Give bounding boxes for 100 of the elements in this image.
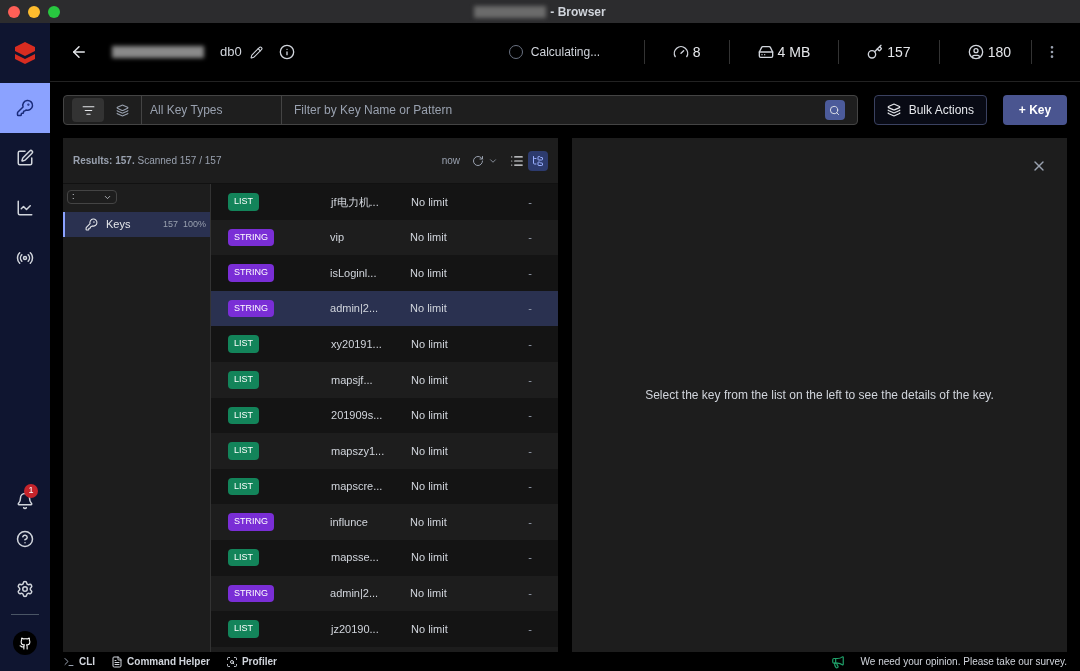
tree-view-button[interactable] — [528, 150, 548, 171]
size-cell-text: - — [528, 301, 532, 317]
type-badge: LIST — [228, 549, 259, 567]
type-badge: LIST — [228, 335, 259, 353]
search-icon — [829, 104, 841, 116]
type-badge: STRING — [228, 264, 274, 282]
key-row[interactable]: LIST jz20190... No limit - — [211, 611, 558, 647]
key-type-select[interactable]: All Key Types — [141, 96, 281, 124]
minimize-window-button[interactable] — [28, 5, 40, 18]
type-badge: LIST — [228, 442, 259, 460]
database-name: db0 — [220, 43, 242, 62]
status-text: Calculating... — [530, 44, 602, 61]
search-field[interactable]: Filter by Key Name or Pattern — [281, 96, 825, 124]
key-row[interactable]: LIST 201909s... No limit - — [211, 397, 558, 434]
key-name: mapsse... — [331, 550, 380, 566]
search-button[interactable] — [824, 100, 845, 120]
document-icon — [111, 655, 124, 668]
key-row[interactable]: LIST mapsse... No limit - — [211, 539, 558, 576]
size-cell-text: - — [528, 265, 532, 281]
bulk-actions-button[interactable]: Bulk Actions — [873, 95, 987, 125]
size-cell-text: - — [528, 408, 532, 424]
key-name: mapscre... — [331, 479, 384, 495]
list-view-icon[interactable] — [510, 153, 524, 168]
key-name: xy20191... — [331, 336, 383, 352]
empty-details-message: Select the key from the list on the left to see the details of the key. — [645, 387, 994, 404]
edit-icon[interactable] — [249, 45, 263, 59]
info-icon[interactable] — [278, 44, 295, 60]
size-cell-text: - — [528, 514, 532, 530]
type-badge: LIST — [228, 477, 259, 496]
ttl-cell-text: No limit — [410, 586, 448, 602]
ttl-cell-text: No limit — [411, 479, 449, 495]
type-badge: LIST — [228, 620, 259, 638]
size-cell-text: - — [528, 372, 532, 388]
key-row[interactable]: STRING admin|2... No limit - — [211, 290, 558, 327]
size-cell-text: - — [528, 336, 532, 352]
key-name: isLoginl... — [330, 265, 378, 281]
survey-link[interactable]: We need your opinion. Please take our survey. — [860, 654, 1067, 669]
zoom-window-button[interactable] — [48, 5, 60, 18]
results-summary: Results: 157. Scanned 157 / 157 — [73, 154, 223, 168]
delimiter-select[interactable]: : — [67, 190, 117, 204]
close-window-button[interactable] — [8, 5, 20, 18]
size-cell-text: - — [528, 550, 532, 566]
type-badge: STRING — [228, 513, 274, 531]
ttl-cell-text: No limit — [411, 408, 449, 424]
size-cell-text: - — [528, 586, 532, 602]
layers-icon — [886, 103, 901, 117]
size-cell-text: - — [528, 479, 532, 495]
key-name: 201909s... — [331, 408, 384, 424]
ttl-cell-text: No limit — [411, 194, 449, 210]
back-icon[interactable] — [70, 43, 88, 61]
stat-value: 180 — [987, 42, 1011, 62]
settings-icon[interactable] — [16, 580, 34, 598]
key-row[interactable]: LIST xy20191... No limit - — [211, 326, 558, 362]
stat-value: 8 — [692, 42, 701, 62]
key-row[interactable]: LIST mapscre... No limit - — [211, 468, 558, 505]
broadcast-icon — [16, 249, 34, 267]
add-key-button[interactable]: + Key — [1003, 95, 1067, 125]
key-name: mapsjf... — [331, 372, 374, 388]
key-name: vip — [330, 230, 346, 246]
notification-badge: 1 — [24, 484, 38, 498]
help-icon[interactable] — [16, 530, 34, 548]
profiler-icon — [225, 655, 238, 668]
bottom-bar-tab[interactable]: Profiler — [225, 654, 277, 669]
key-row[interactable]: LIST jf电力机... No limit - — [211, 184, 558, 220]
key-icon — [867, 44, 884, 60]
notification-icon[interactable] — [16, 492, 34, 510]
bottom-bar-tab[interactable]: Command Helper — [111, 654, 210, 669]
filter-bar[interactable]: All Key Types Filter by Key Name or Pattern — [63, 95, 858, 125]
stat-value: 4 MB — [777, 42, 811, 62]
key-row[interactable]: STRING isLoginl... No limit - — [211, 255, 558, 291]
stat-value: 157 — [887, 42, 911, 62]
refresh-time: now — [441, 154, 460, 168]
filter-mode-button[interactable] — [72, 98, 104, 122]
refresh-icon[interactable] — [472, 154, 484, 167]
ttl-cell-text: No limit — [411, 372, 449, 388]
key-name: jf电力机... — [331, 194, 380, 210]
tree-view-icon — [532, 154, 544, 167]
type-badge: STRING — [228, 299, 274, 318]
ttl-cell-text: No limit — [411, 550, 449, 566]
tree-item[interactable]: Keys 157 100% — [63, 212, 210, 237]
key-name: mapszy1... — [331, 443, 386, 459]
ttl-cell-text: No limit — [411, 621, 449, 637]
key-icon — [85, 218, 98, 231]
ttl-cell-text: No limit — [411, 336, 449, 352]
key-name: admin|2... — [330, 586, 380, 602]
ttl-cell-text: No limit — [410, 230, 448, 246]
size-cell-text: - — [528, 230, 532, 246]
type-badge: STRING — [228, 228, 274, 247]
ttl-cell-text: No limit — [410, 514, 448, 530]
github-icon — [18, 636, 32, 650]
window-title: - Browser — [550, 3, 606, 21]
terminal-icon — [63, 655, 75, 668]
filter-icon — [81, 103, 95, 117]
key-name: admin|2... — [330, 301, 380, 317]
key-name: jz20190... — [331, 621, 380, 637]
github-button[interactable] — [13, 631, 37, 655]
bottom-bar-tab[interactable]: CLI — [63, 654, 96, 669]
type-badge: LIST — [228, 193, 259, 211]
drive-icon — [757, 44, 774, 60]
ttl-cell-text: No limit — [411, 443, 449, 459]
